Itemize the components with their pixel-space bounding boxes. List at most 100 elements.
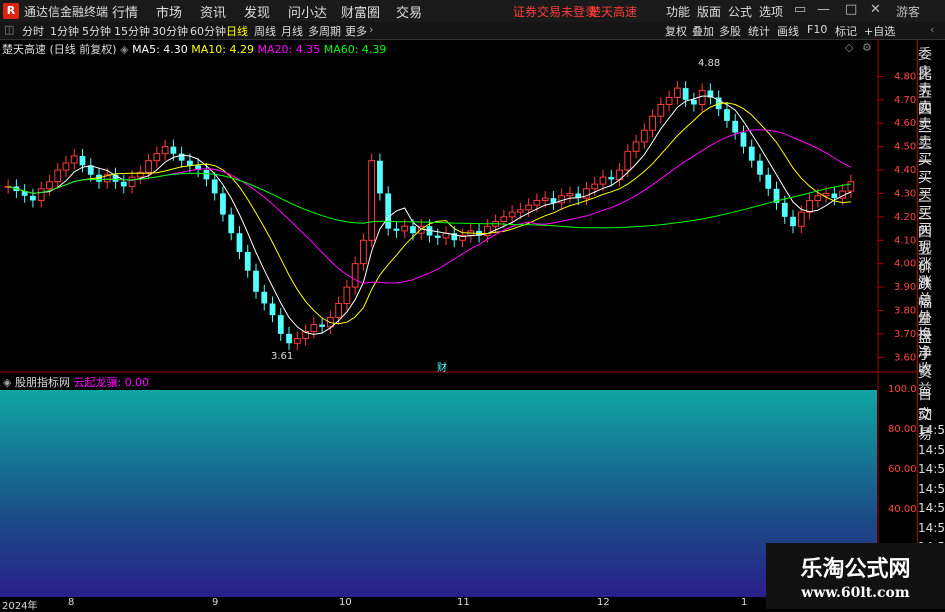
candle-body [54, 169, 62, 183]
menu-hangqing[interactable]: 行情 [112, 2, 138, 21]
price-tick-label: 4.20 [894, 212, 916, 223]
candle-body [757, 160, 763, 175]
candle-body [244, 251, 251, 271]
price-tick-label: 3.80 [894, 305, 916, 316]
indicator-fill [0, 390, 877, 597]
x-tick: 2024年 [2, 601, 38, 612]
tab-daily[interactable]: 日线 [226, 23, 248, 39]
candle-body [541, 197, 549, 201]
candle-body [591, 183, 599, 190]
low-price-label: 3.61 [271, 351, 294, 362]
candle-body [70, 155, 78, 164]
btn-duogu[interactable]: 多股 [719, 23, 741, 39]
candle-body [525, 204, 533, 211]
btn-zixuan[interactable]: +自选 [864, 23, 895, 39]
chevron-left-icon[interactable]: ‹ [930, 23, 934, 36]
app-logo-icon: R [3, 3, 19, 19]
candle-body [385, 193, 392, 229]
menu-zixun[interactable]: 资讯 [200, 2, 226, 21]
watermark-url: www.60lt.com [801, 585, 910, 601]
candle-body [781, 202, 788, 217]
menu-banmian[interactable]: 版面 [697, 3, 721, 20]
menu-gongshi[interactable]: 公式 [728, 3, 752, 20]
candle-body [220, 193, 226, 215]
candle-body [566, 192, 574, 197]
indicator-name[interactable]: 股朋指标网 [15, 376, 70, 389]
ma10-line [7, 102, 851, 325]
candle-body [368, 160, 376, 241]
price-tick-label: 4.80 [894, 71, 916, 82]
side-time: 14:56 [918, 462, 945, 476]
btn-biaoji[interactable]: 标记 [835, 23, 857, 39]
candle-body [277, 315, 284, 334]
ind-tick: 60.00 [888, 464, 917, 475]
ind-tick: 40.00 [888, 504, 917, 515]
stock-link[interactable]: 楚天高速 [589, 3, 637, 20]
tab-30min[interactable]: 30分钟 [152, 23, 188, 39]
menu-gongneng[interactable]: 功能 [666, 3, 690, 20]
tab-1min[interactable]: 1分钟 [50, 23, 79, 39]
candle-body [120, 181, 127, 187]
tab-more[interactable]: 更多 [345, 23, 367, 39]
candle-body [748, 146, 755, 161]
title-bar: R 通达信金融终端 行情 市场 资讯 发现 问小达 财富圈 交易 证券交易未登录… [0, 0, 945, 23]
candle-body [558, 195, 566, 204]
btn-fuquan[interactable]: 复权 [665, 23, 687, 39]
tab-fenshi[interactable]: 分时 [22, 23, 44, 39]
price-tick-label: 4.50 [894, 142, 916, 153]
menu-xuanxiang[interactable]: 选项 [759, 3, 783, 20]
side-time: 14:56 [918, 442, 945, 457]
candle-body [37, 188, 45, 201]
candle-body [516, 209, 524, 213]
menu-jiaoyi[interactable]: 交易 [396, 2, 422, 21]
candle-body [797, 211, 805, 227]
close-icon[interactable]: ✕ [870, 2, 881, 17]
menu-caifuquan[interactable]: 财富圈 [341, 2, 380, 21]
tab-60min[interactable]: 60分钟 [190, 23, 226, 39]
btn-huaxian[interactable]: 画线 [777, 23, 799, 39]
tab-15min[interactable]: 15分钟 [114, 23, 150, 39]
candle-body [831, 193, 838, 199]
btn-tongji[interactable]: 统计 [748, 23, 770, 39]
indicator-value: 云起龙骧: 0.00 [73, 376, 150, 389]
btn-f10[interactable]: F10 [807, 23, 827, 36]
chevron-right-icon[interactable]: › [369, 23, 373, 36]
indicator-toggle-icon[interactable]: ◈ [3, 376, 11, 389]
candle-body [765, 174, 772, 189]
finance-marker[interactable]: 财 [437, 359, 447, 374]
candle-body [128, 176, 136, 187]
high-price-label: 4.88 [698, 58, 721, 69]
side-time: 14:56 [918, 501, 945, 515]
candle-body [657, 103, 665, 117]
candle-body [434, 235, 441, 238]
minimize-icon[interactable]: — [817, 2, 830, 17]
tab-multi-period[interactable]: 多周期 [308, 23, 341, 39]
guest-label[interactable]: 游客 [896, 3, 920, 20]
candle-body [649, 115, 656, 131]
price-tick-label: 3.70 [894, 329, 916, 340]
tab-weekly[interactable]: 周线 [254, 23, 276, 39]
candle-body [806, 199, 813, 213]
candle-body [153, 153, 161, 162]
x-tick: 8 [68, 597, 75, 608]
candle-body [393, 228, 400, 231]
candle-body [724, 109, 730, 121]
maximize-icon[interactable]: □ [845, 2, 857, 17]
candle-body [814, 195, 822, 201]
x-axis: 2024年 8 9 10 11 12 1 [0, 597, 877, 612]
candle-body [665, 96, 673, 105]
login-warning[interactable]: 证券交易未登录 [513, 3, 597, 20]
candle-body [690, 99, 697, 105]
side-time: 14:56 [918, 423, 945, 437]
candle-body [319, 324, 325, 327]
menu-wenxiaoda[interactable]: 问小达 [288, 2, 327, 21]
restore-icon[interactable]: ▭ [794, 2, 806, 17]
btn-diejia[interactable]: 叠加 [692, 23, 714, 39]
tab-5min[interactable]: 5分钟 [82, 23, 111, 39]
candle-body [79, 155, 86, 166]
menu-shichang[interactable]: 市场 [156, 2, 182, 21]
candle-body [732, 120, 739, 133]
toggle-panel-icon[interactable]: ◫ [4, 23, 14, 36]
tab-monthly[interactable]: 月线 [281, 23, 303, 39]
menu-faxian[interactable]: 发现 [244, 2, 270, 21]
